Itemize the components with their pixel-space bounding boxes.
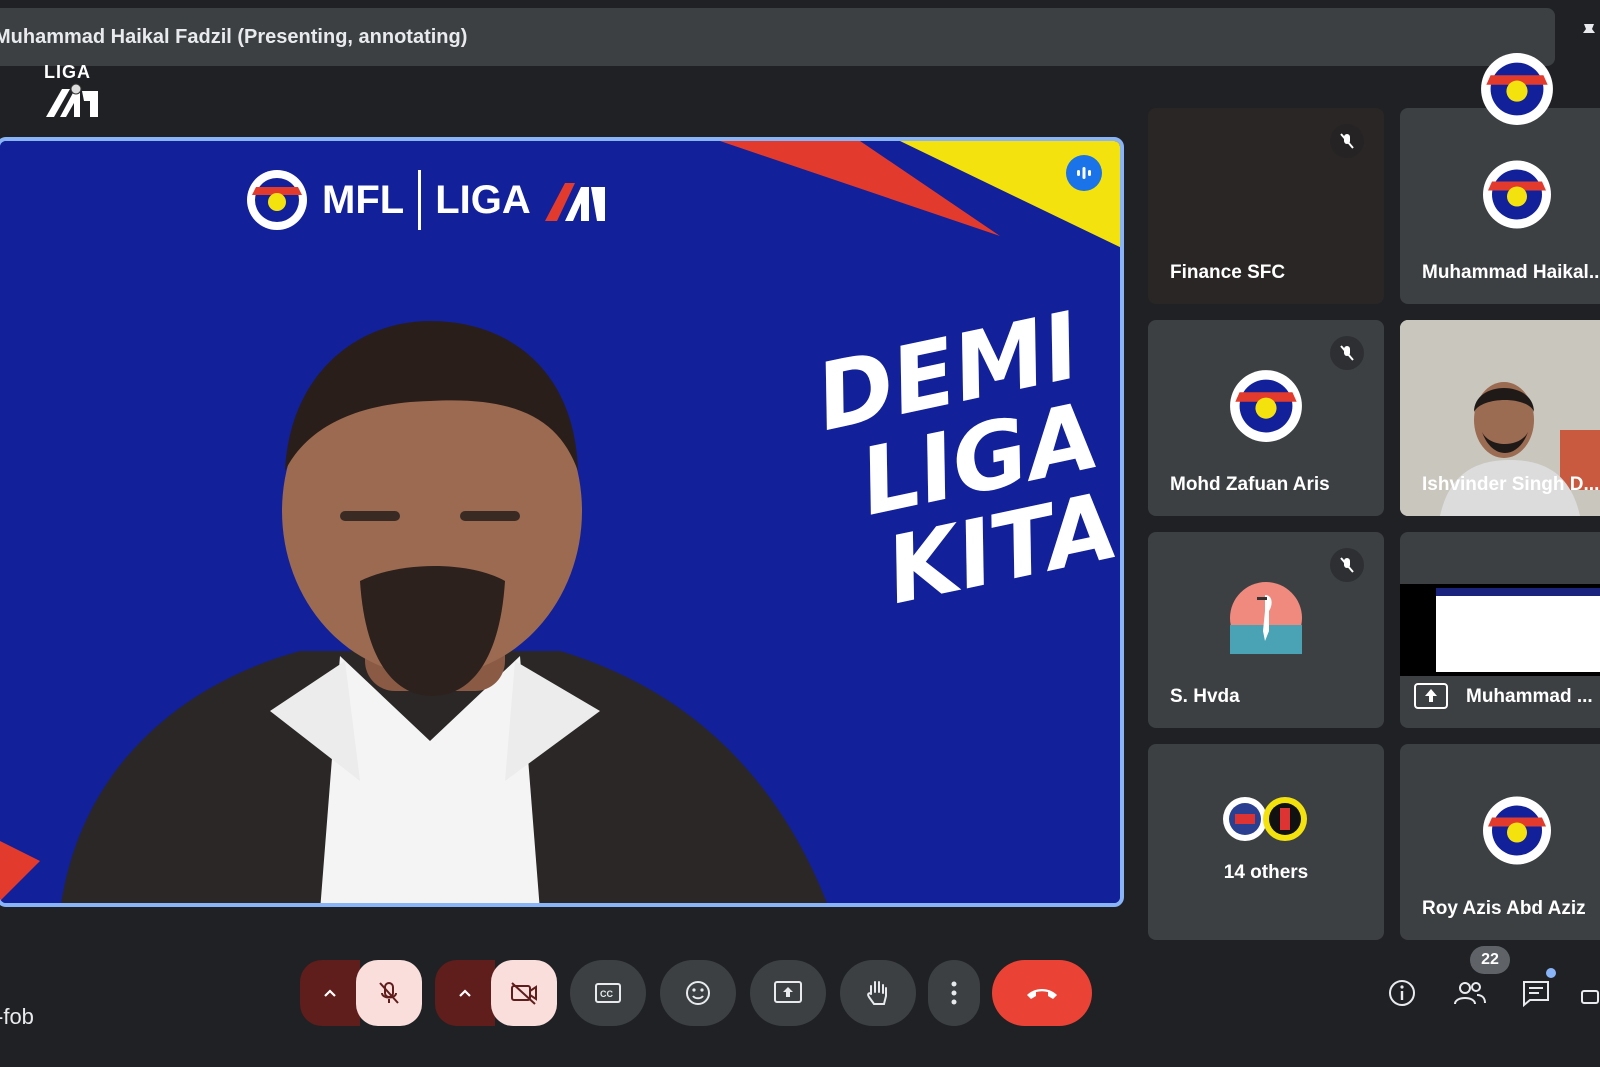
raise-hand-button[interactable] bbox=[840, 960, 916, 1026]
mic-off-icon bbox=[1330, 124, 1364, 158]
present-screen-icon bbox=[1414, 683, 1448, 714]
presentation-thumbnail bbox=[1400, 584, 1600, 676]
people-count-badge: 22 bbox=[1470, 946, 1510, 974]
pin-icon[interactable] bbox=[1578, 20, 1600, 44]
liga-m-icon bbox=[46, 83, 98, 117]
mic-toggle-button[interactable] bbox=[356, 960, 422, 1026]
participant-name: Roy Azis Abd Aziz bbox=[1422, 898, 1586, 919]
meeting-details-button[interactable] bbox=[1378, 960, 1426, 1026]
participant-name: Muhammad Haikal... bbox=[1422, 262, 1600, 283]
participant-name: Muhammad ... bbox=[1466, 686, 1593, 707]
participant-name: Ishvinder Singh D... bbox=[1422, 474, 1600, 495]
camera-options-button[interactable] bbox=[435, 960, 495, 1026]
people-icon bbox=[1454, 982, 1486, 1005]
participant-tile-mohd-zafuan[interactable]: Mohd Zafuan Aris bbox=[1148, 320, 1384, 516]
participant-tile-muhammad-haikal[interactable]: Muhammad Haikal... bbox=[1400, 108, 1600, 304]
avatar bbox=[1229, 581, 1303, 660]
slogan: DEMI LIGA KITA bbox=[794, 292, 1120, 628]
participant-tile-s-hvda[interactable]: S. Hvda bbox=[1148, 532, 1384, 728]
captions-icon: CC bbox=[595, 983, 621, 1003]
participant-tile-ishvinder[interactable]: Ishvinder Singh D... bbox=[1400, 320, 1600, 516]
avatar bbox=[1229, 369, 1303, 448]
participant-name: Finance SFC bbox=[1170, 262, 1286, 283]
present-screen-icon bbox=[774, 981, 802, 1003]
reactions-button[interactable] bbox=[660, 960, 736, 1026]
participant-tile-roy-azis[interactable]: Roy Azis Abd Aziz bbox=[1400, 744, 1600, 940]
chevron-up-icon bbox=[324, 989, 336, 997]
chat-notification-dot bbox=[1546, 968, 1556, 978]
banner-divider bbox=[418, 170, 422, 230]
speaking-indicator-icon bbox=[1066, 155, 1102, 191]
liga-logo: LIGA bbox=[44, 62, 104, 128]
emoji-icon bbox=[686, 981, 710, 1005]
mic-off-icon bbox=[379, 982, 399, 1004]
mfl-liga-banner: MFL LIGA bbox=[246, 169, 605, 231]
avatar bbox=[1482, 160, 1552, 235]
participant-name: S. Hvda bbox=[1170, 686, 1240, 707]
self-avatar[interactable] bbox=[1480, 52, 1554, 131]
mic-off-icon bbox=[1330, 548, 1364, 582]
participant-tile-finance-sfc[interactable]: Finance SFC bbox=[1148, 108, 1384, 304]
present-now-button[interactable] bbox=[750, 960, 826, 1026]
camera-toggle-button[interactable] bbox=[491, 960, 557, 1026]
presenter-label: Muhammad Haikal Fadzil (Presenting, anno… bbox=[0, 26, 468, 48]
participant-tile-muhammad-presenting[interactable]: Muhammad ... bbox=[1400, 532, 1600, 728]
mic-off-icon bbox=[1330, 336, 1364, 370]
chevron-up-icon bbox=[459, 989, 471, 997]
mfl-logo-icon bbox=[247, 170, 307, 230]
banner-liga-text: LIGA bbox=[435, 177, 531, 222]
mic-options-button[interactable] bbox=[300, 960, 360, 1026]
leave-call-button[interactable] bbox=[992, 960, 1092, 1026]
avatar bbox=[1263, 797, 1307, 841]
phone-hangup-icon bbox=[1027, 989, 1057, 999]
info-icon bbox=[1389, 980, 1415, 1006]
presenter-banner: Muhammad Haikal Fadzil (Presenting, anno… bbox=[0, 8, 1555, 66]
chat-icon bbox=[1523, 981, 1549, 1007]
more-vert-icon bbox=[951, 981, 957, 1005]
more-options-button[interactable] bbox=[928, 960, 980, 1026]
others-avatars bbox=[1222, 796, 1308, 842]
liga-logo-text: LIGA bbox=[44, 62, 91, 82]
svg-text:CC: CC bbox=[600, 989, 613, 999]
captions-button[interactable]: CC bbox=[570, 960, 646, 1026]
participant-tile-others[interactable]: 14 others bbox=[1148, 744, 1384, 940]
avatar bbox=[1482, 796, 1552, 871]
others-count-label: 14 others bbox=[1223, 862, 1309, 883]
banner-mfl-text: MFL bbox=[322, 177, 405, 222]
participant-name: Mohd Zafuan Aris bbox=[1170, 474, 1330, 495]
liga-m-banner-icon bbox=[544, 183, 605, 221]
meeting-code: -fob bbox=[0, 1004, 34, 1029]
activities-button[interactable] bbox=[1580, 960, 1600, 1026]
activities-icon bbox=[1581, 990, 1599, 1004]
bottom-control-bar: -fob CC 22 bbox=[0, 946, 1600, 1067]
hand-icon bbox=[867, 981, 887, 1005]
camera-off-icon bbox=[511, 982, 537, 1005]
main-speaker-tile[interactable]: MFL LIGA DEMI LIGA KITA bbox=[0, 137, 1124, 907]
